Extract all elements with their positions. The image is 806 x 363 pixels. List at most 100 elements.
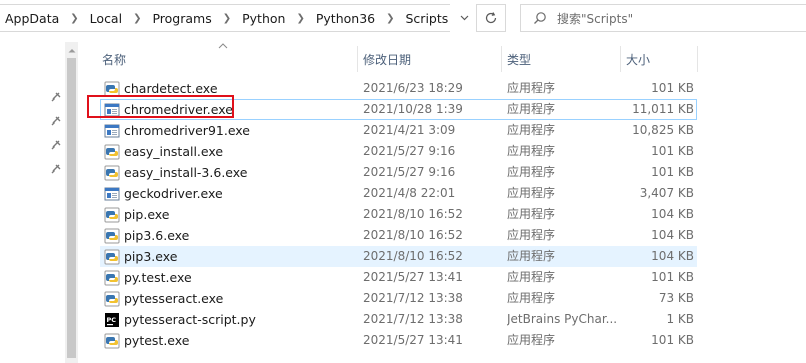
file-type: 应用程序 <box>507 102 556 116</box>
file-row[interactable]: PC pytesseract-script.py 2021/7/12 13:38 Je… <box>100 309 697 330</box>
file-type: 应用程序 <box>507 186 556 200</box>
chevron-right-icon: ❯ <box>386 12 395 24</box>
python-exe-icon <box>104 333 120 349</box>
file-name: chromedriver91.exe <box>124 123 251 138</box>
annotation-highlight-box <box>87 95 234 118</box>
breadcrumb-appdata[interactable]: AppData <box>2 11 62 26</box>
file-size: 11,011 KB <box>632 102 694 116</box>
file-type: 应用程序 <box>507 207 556 221</box>
python-exe-icon <box>104 228 120 244</box>
file-name: py.test.exe <box>124 270 192 285</box>
file-size: 101 KB <box>651 270 694 284</box>
file-date: 2021/6/23 18:29 <box>363 81 463 95</box>
file-name: pip3.exe <box>124 249 178 264</box>
file-size: 101 KB <box>651 333 694 347</box>
file-name: easy_install-3.6.exe <box>124 165 248 180</box>
refresh-button[interactable] <box>476 4 506 32</box>
file-type: 应用程序 <box>507 333 556 347</box>
file-date: 2021/5/27 13:41 <box>363 270 463 284</box>
pycharm-file-icon: PC <box>104 312 120 328</box>
python-exe-icon <box>104 291 120 307</box>
column-divider[interactable] <box>697 46 698 72</box>
file-size: 101 KB <box>651 144 694 158</box>
file-type: 应用程序 <box>507 228 556 242</box>
refresh-icon <box>485 12 497 24</box>
file-name: geckodriver.exe <box>124 186 223 201</box>
file-type: 应用程序 <box>507 144 556 158</box>
file-type: 应用程序 <box>507 291 556 305</box>
file-row[interactable]: pip.exe 2021/8/10 16:52 应用程序 104 KB <box>100 204 697 225</box>
breadcrumb-python[interactable]: Python <box>239 11 288 26</box>
file-size: 104 KB <box>651 207 694 221</box>
file-row[interactable]: pytest.exe 2021/5/27 13:41 应用程序 101 KB <box>100 330 697 351</box>
toolbar: AppData ❯ Local ❯ Programs ❯ Python ❯ Py… <box>0 0 806 38</box>
scroll-up-arrow-icon[interactable] <box>65 44 78 56</box>
python-exe-icon <box>104 165 120 181</box>
column-divider[interactable] <box>501 46 502 72</box>
file-row[interactable]: py.test.exe 2021/5/27 13:41 应用程序 101 KB <box>100 267 697 288</box>
breadcrumb-local[interactable]: Local <box>87 11 125 26</box>
file-row[interactable]: geckodriver.exe 2021/4/8 22:01 应用程序 3,407 K… <box>100 183 697 204</box>
file-row[interactable]: pip3.6.exe 2021/8/10 16:52 应用程序 104 KB <box>100 225 697 246</box>
pin-icon[interactable] <box>50 139 62 151</box>
column-header-date[interactable]: 修改日期 <box>363 46 498 72</box>
file-date: 2021/4/8 22:01 <box>363 186 456 200</box>
file-date: 2021/8/10 16:52 <box>363 228 463 242</box>
column-divider[interactable] <box>620 46 621 72</box>
history-dropdown-button[interactable] <box>450 4 478 32</box>
file-type: 应用程序 <box>507 270 556 284</box>
breadcrumb-programs[interactable]: Programs <box>149 11 214 26</box>
pin-icon[interactable] <box>50 91 62 103</box>
breadcrumb-scripts[interactable]: Scripts <box>403 11 452 26</box>
search-input[interactable]: 搜索"Scripts" <box>520 4 806 32</box>
address-bar[interactable]: AppData ❯ Local ❯ Programs ❯ Python ❯ Py… <box>0 4 470 32</box>
file-row[interactable]: chromedriver91.exe 2021/4/21 3:09 应用程序 10,8… <box>100 120 697 141</box>
file-type: 应用程序 <box>507 81 556 95</box>
file-name: pytest.exe <box>124 333 190 348</box>
file-size: 73 KB <box>658 291 694 305</box>
column-divider[interactable] <box>357 46 358 72</box>
file-name: pytesseract.exe <box>124 291 224 306</box>
app-window-icon <box>104 123 120 139</box>
file-name: easy_install.exe <box>124 144 224 159</box>
file-name: pytesseract-script.py <box>124 312 256 327</box>
file-row[interactable]: pytesseract.exe 2021/7/12 13:38 应用程序 73 KB <box>100 288 697 309</box>
column-header-type-label: 类型 <box>507 52 532 67</box>
pin-icon[interactable] <box>50 115 62 127</box>
chevron-right-icon: ❯ <box>296 12 305 24</box>
file-date: 2021/7/12 13:38 <box>363 291 463 305</box>
breadcrumb-python36[interactable]: Python36 <box>313 11 378 26</box>
file-size: 101 KB <box>651 81 694 95</box>
file-row[interactable]: pip3.exe 2021/8/10 16:52 应用程序 104 KB <box>100 246 697 267</box>
python-exe-icon <box>104 207 120 223</box>
column-header-type[interactable]: 类型 <box>507 46 617 72</box>
file-type: 应用程序 <box>507 165 556 179</box>
python-exe-icon <box>104 270 120 286</box>
file-row[interactable]: easy_install.exe 2021/5/27 9:16 应用程序 101 KB <box>100 141 697 162</box>
file-type: 应用程序 <box>507 123 556 137</box>
column-header-name[interactable]: 名称 <box>102 46 352 72</box>
file-date: 2021/5/27 9:16 <box>363 144 456 158</box>
chevron-down-icon <box>460 15 468 21</box>
file-name: pip.exe <box>124 207 170 222</box>
search-icon <box>534 12 546 24</box>
file-size: 104 KB <box>651 228 694 242</box>
chevron-right-icon: ❯ <box>133 12 142 24</box>
file-type: 应用程序 <box>507 249 556 263</box>
search-placeholder: 搜索"Scripts" <box>557 11 634 26</box>
app-window-icon <box>104 186 120 202</box>
file-date: 2021/5/27 13:41 <box>363 333 463 347</box>
chevron-right-icon: ❯ <box>70 12 79 24</box>
file-size: 10,825 KB <box>632 123 694 137</box>
file-date: 2021/10/28 1:39 <box>363 102 463 116</box>
column-header-name-label: 名称 <box>102 52 127 67</box>
pin-icon[interactable] <box>50 163 62 175</box>
python-exe-icon <box>104 249 120 265</box>
file-size: 104 KB <box>651 249 694 263</box>
scrollbar-thumb[interactable] <box>67 58 76 358</box>
file-size: 3,407 KB <box>639 186 694 200</box>
chevron-right-icon: ❯ <box>222 12 232 24</box>
file-row[interactable]: easy_install-3.6.exe 2021/5/27 9:16 应用程序 10… <box>100 162 697 183</box>
file-date: 2021/7/12 13:38 <box>363 312 463 326</box>
column-header-size[interactable]: 大小 <box>626 46 696 72</box>
